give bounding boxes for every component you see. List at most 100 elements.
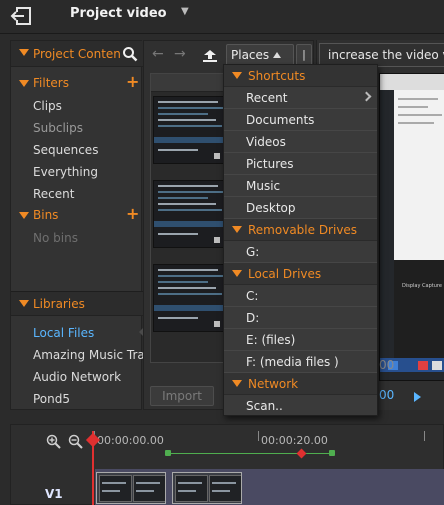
dropdown-section-removable-drives[interactable]: Removable Drives [224, 219, 377, 241]
menu-item-label: Music [246, 179, 281, 193]
project-title[interactable]: Project video [70, 6, 167, 21]
timeline-clip[interactable] [96, 472, 166, 504]
project-content-label: Project Content [33, 47, 121, 61]
places-dropdown-button[interactable]: Places [226, 44, 294, 66]
menu-item-label: Videos [246, 135, 286, 149]
filters-label: Filters [33, 76, 69, 90]
file-thumbnail[interactable] [153, 96, 229, 164]
out-marker[interactable] [329, 450, 335, 456]
track-label-v1: V1 [45, 487, 63, 501]
preview-timecode-in: 00 [379, 358, 395, 372]
menu-item-scan[interactable]: Scan.. [224, 395, 377, 417]
dropdown-section-network[interactable]: Network [224, 373, 377, 395]
menu-item-drive-g[interactable]: G: [224, 241, 377, 263]
filters-section-header[interactable]: Filters + [11, 72, 143, 94]
in-marker[interactable] [165, 450, 171, 456]
project-content-panel: Project Content Filters + Clips Subclips… [10, 40, 165, 412]
dropdown-section-local-drives[interactable]: Local Drives [224, 263, 377, 285]
collapse-triangle-icon [232, 226, 242, 233]
file-thumbnail[interactable] [153, 264, 229, 332]
search-input-value: increase the video volume [328, 48, 444, 62]
folder-up-icon[interactable] [202, 49, 218, 63]
section-label: Shortcuts [248, 69, 306, 83]
menu-item-label: D: [246, 311, 260, 325]
dropdown-section-shortcuts[interactable]: Shortcuts [224, 65, 377, 87]
preview-sidebar [394, 90, 444, 260]
menu-item-videos[interactable]: Videos [224, 131, 377, 153]
exit-project-icon[interactable] [10, 7, 32, 25]
menu-item-drive-f[interactable]: F: (media files ) [224, 351, 377, 373]
section-label: Local Drives [248, 267, 322, 281]
ruler-tick [424, 431, 425, 441]
menu-item-drive-d[interactable]: D: [224, 307, 377, 329]
chevron-right-icon [361, 91, 372, 102]
collapse-triangle-icon[interactable] [19, 80, 29, 87]
collapse-triangle-icon[interactable] [19, 212, 29, 219]
timeline-ruler[interactable]: 00:00:00.00 00:00:20.00 [91, 431, 444, 459]
menu-item-drive-e[interactable]: E: (files) [224, 329, 377, 351]
menu-item-label: Desktop [246, 201, 296, 215]
preview-timecode-out[interactable]: 00 [379, 388, 394, 402]
taskbar-app-icon [418, 361, 428, 370]
video-preview[interactable]: Display Capture [379, 73, 444, 381]
timeline-panel: 00:00:00.00 00:00:20.00 V1 [10, 424, 444, 505]
menu-item-label: Documents [246, 113, 315, 127]
play-arrow-icon[interactable] [414, 392, 421, 402]
filter-item-clips[interactable]: Clips [33, 99, 62, 119]
menu-item-music[interactable]: Music [224, 175, 377, 197]
search-icon[interactable] [122, 46, 138, 62]
timeline-clip[interactable] [172, 472, 242, 504]
collapse-triangle-icon[interactable] [19, 300, 29, 307]
collapse-triangle-icon[interactable] [19, 49, 29, 56]
ruler-tick [258, 431, 259, 441]
preview-dark-area [394, 260, 444, 360]
collapse-triangle-icon [232, 380, 242, 387]
collapse-triangle-icon [232, 270, 242, 277]
menu-item-label: E: (files) [246, 333, 296, 347]
view-toggle-button[interactable]: | [296, 44, 312, 66]
caret-up-icon [273, 52, 281, 58]
filter-item-everything[interactable]: Everything [33, 165, 98, 185]
menu-item-label: Pictures [246, 157, 294, 171]
menu-item-label: C: [246, 289, 259, 303]
libraries-section-header[interactable]: Libraries [11, 292, 143, 316]
filter-item-sequences[interactable]: Sequences [33, 143, 98, 163]
no-bins-text: No bins [33, 231, 78, 245]
red-marker[interactable] [296, 448, 307, 459]
section-label: Removable Drives [248, 223, 358, 237]
ruler-timecode-mid: 00:00:20.00 [261, 434, 328, 447]
bins-label: Bins [33, 208, 59, 222]
back-arrow-icon[interactable]: ← [152, 47, 166, 61]
libraries-label: Libraries [33, 297, 85, 311]
project-menu-caret-icon[interactable]: ▼ [181, 6, 189, 17]
project-content-header[interactable]: Project Content [11, 41, 143, 67]
taskbar-app-icon [432, 361, 442, 370]
library-item-local-files[interactable]: Local Files [33, 326, 94, 346]
add-bin-icon[interactable]: + [126, 204, 139, 223]
menu-item-pictures[interactable]: Pictures [224, 153, 377, 175]
menu-item-recent[interactable]: Recent [224, 87, 377, 109]
bins-section-header[interactable]: Bins + [11, 204, 143, 226]
zoom-in-icon[interactable] [46, 434, 61, 449]
menu-item-documents[interactable]: Documents [224, 109, 377, 131]
menu-item-desktop[interactable]: Desktop [224, 197, 377, 219]
places-label: Places [231, 48, 270, 62]
forward-arrow-icon[interactable]: → [174, 47, 188, 61]
import-button[interactable]: Import [150, 386, 214, 406]
menu-item-label: Recent [246, 91, 288, 105]
zoom-out-icon[interactable] [68, 434, 83, 449]
preview-menubar [380, 74, 444, 90]
top-bar: Project video ▼ [0, 0, 444, 34]
menu-item-label: G: [246, 245, 260, 259]
menu-item-drive-c[interactable]: C: [224, 285, 377, 307]
menu-item-label: F: (media files ) [246, 355, 339, 369]
filter-item-subclips[interactable]: Subclips [33, 121, 83, 141]
filter-item-recent[interactable]: Recent [33, 187, 74, 207]
file-thumbnail[interactable] [153, 180, 229, 248]
ruler-timecode-start: 00:00:00.00 [97, 434, 164, 447]
library-item-audio-network[interactable]: Audio Network [33, 370, 121, 390]
add-filter-icon[interactable]: + [126, 72, 139, 91]
library-item-pond5[interactable]: Pond5 [33, 392, 70, 412]
section-label: Network [248, 377, 299, 391]
places-dropdown-menu: Shortcuts Recent Documents Videos Pictur… [223, 64, 378, 416]
